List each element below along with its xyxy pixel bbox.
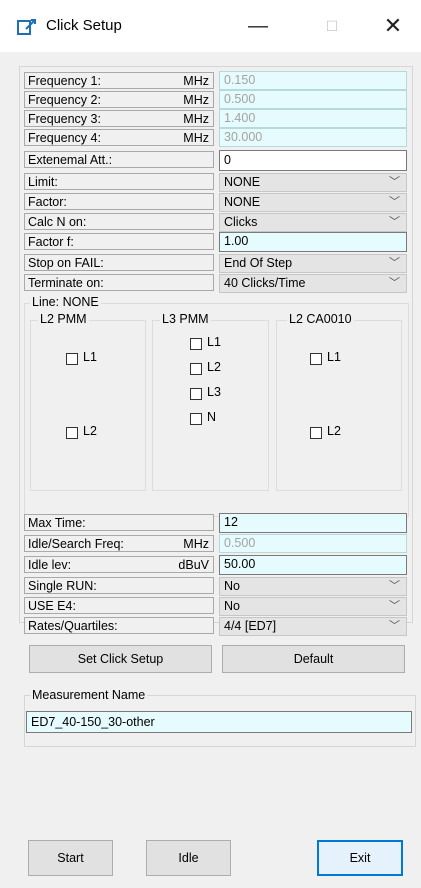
frequency-2-unit: MHz [183,93,209,107]
l3-pmm-title: L3 PMM [160,312,211,326]
l2-pmm-l1-checkbox[interactable] [66,353,78,365]
idle-lev-field[interactable]: 50.00 [219,555,407,575]
factor-dropdown[interactable]: NONE ﹀ [219,193,407,212]
frequency-4-field[interactable]: 30.000 [219,128,407,147]
l3-pmm-l3-label: L3 [207,385,221,399]
chevron-down-icon: ﹀ [389,620,400,632]
l2-ca0010-group [276,320,402,491]
limit-dropdown[interactable]: NONE ﹀ [219,173,407,192]
measurement-name-field[interactable]: ED7_40-150_30-other [26,711,412,733]
l2-pmm-l2-label: L2 [83,424,97,438]
frequency-1-unit: MHz [183,74,209,88]
maximize-button[interactable]: ☐ [312,10,352,42]
exit-button[interactable]: Exit [317,840,403,876]
frequency-3-field[interactable]: 1.400 [219,109,407,128]
use-e4-label: USE E4: [24,597,214,614]
set-click-setup-button[interactable]: Set Click Setup [29,645,212,673]
frequency-1-label: Frequency 1: MHz [24,72,214,89]
frequency-3-unit: MHz [183,112,209,126]
l2-ca0010-l1-checkbox[interactable] [310,353,322,365]
frequency-4-unit: MHz [183,131,209,145]
l3-pmm-l2-checkbox[interactable] [190,363,202,375]
title-bar: Click Setup — ☐ ✕ [0,0,421,52]
limit-label: Limit: [24,173,214,190]
terminate-on-label: Terminate on: [24,274,214,291]
line-group-title: Line: NONE [30,295,101,309]
idle-button[interactable]: Idle [146,840,231,876]
default-button[interactable]: Default [222,645,405,673]
terminate-on-value: 40 Clicks/Time [224,276,306,290]
l2-pmm-title: L2 PMM [38,312,89,326]
click-setup-app-icon [17,19,36,35]
l2-pmm-l1-label: L1 [83,350,97,364]
limit-value: NONE [224,175,261,189]
l3-pmm-l1-label: L1 [207,335,221,349]
stop-on-fail-label: Stop on FAIL: [24,254,214,271]
external-att-field[interactable]: 0 [219,150,407,171]
frequency-1-field[interactable]: 0.150 [219,71,407,90]
idle-search-freq-label: Idle/Search Freq: MHz [24,535,214,552]
idle-lev-label: Idle lev: dBuV [24,556,214,573]
factor-label: Factor: [24,193,214,210]
chevron-down-icon: ﹀ [389,257,400,269]
frequency-2-field[interactable]: 0.500 [219,90,407,109]
l2-ca0010-l1-label: L1 [327,350,341,364]
close-button[interactable]: ✕ [373,10,413,42]
l3-pmm-l1-checkbox[interactable] [190,338,202,350]
frequency-4-label: Frequency 4: MHz [24,129,214,146]
start-button[interactable]: Start [28,840,113,876]
frequency-3-label: Frequency 3: MHz [24,110,214,127]
single-run-value: No [224,579,240,593]
measurement-title: Measurement Name [30,688,148,702]
calc-n-label: Calc N on: [24,213,214,230]
minimize-button[interactable]: — [238,10,278,42]
l3-pmm-n-checkbox[interactable] [190,413,202,425]
l2-pmm-l2-checkbox[interactable] [66,427,78,439]
frequency-2-label: Frequency 2: MHz [24,91,214,108]
chevron-down-icon: ﹀ [389,196,400,208]
l2-pmm-group [30,320,146,491]
chevron-down-icon: ﹀ [389,176,400,188]
max-time-label: Max Time: [24,514,214,531]
use-e4-value: No [224,599,240,613]
idle-search-freq-unit: MHz [183,537,209,551]
window-title: Click Setup [46,17,122,34]
chevron-down-icon: ﹀ [389,580,400,592]
use-e4-dropdown[interactable]: No ﹀ [219,597,407,616]
rates-quartiles-label: Rates/Quartiles: [24,617,214,634]
l2-ca0010-title: L2 CA0010 [287,312,354,326]
factor-f-field[interactable]: 1.00 [219,232,407,252]
chevron-down-icon: ﹀ [389,600,400,612]
calc-n-value: Clicks [224,215,258,229]
idle-lev-unit: dBuV [178,558,209,572]
single-run-dropdown[interactable]: No ﹀ [219,577,407,596]
calc-n-dropdown[interactable]: Clicks ﹀ [219,213,407,232]
rates-quartiles-value: 4/4 [ED7] [224,619,277,633]
l3-pmm-n-label: N [207,410,217,424]
l2-ca0010-l2-label: L2 [327,424,341,438]
chevron-down-icon: ﹀ [389,216,400,228]
l3-pmm-l3-checkbox[interactable] [190,388,202,400]
l3-pmm-l2-label: L2 [207,360,221,374]
single-run-label: Single RUN: [24,577,214,594]
factor-value: NONE [224,195,261,209]
external-att-label: Extenemal Att.: [24,151,214,168]
factor-f-label: Factor f: [24,233,214,250]
idle-search-freq-field[interactable]: 0.500 [219,534,407,553]
max-time-field[interactable]: 12 [219,513,407,533]
rates-quartiles-dropdown[interactable]: 4/4 [ED7] ﹀ [219,617,407,636]
stop-on-fail-value: End Of Step [224,256,293,270]
terminate-on-dropdown[interactable]: 40 Clicks/Time ﹀ [219,274,407,293]
stop-on-fail-dropdown[interactable]: End Of Step ﹀ [219,254,407,273]
chevron-down-icon: ﹀ [389,277,400,289]
l2-ca0010-l2-checkbox[interactable] [310,427,322,439]
